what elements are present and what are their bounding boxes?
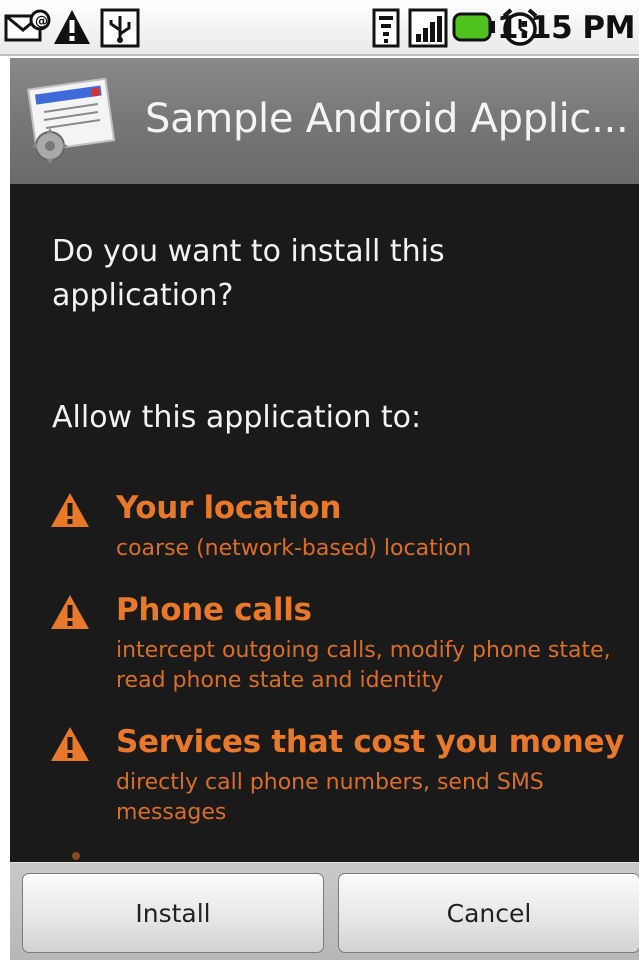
warning-icon [50,594,90,634]
permission-description: directly call phone numbers, send SMS me… [116,770,544,825]
install-dialog[interactable]: Do you want to install this application?… [10,184,639,862]
battery-icon [452,12,496,46]
usb-icon [100,8,140,52]
allow-heading: Allow this application to: [52,400,422,435]
install-question: Do you want to install this application? [52,234,445,313]
svg-text:@: @ [35,14,48,29]
permission-title: Phone calls [116,592,312,628]
signal-icon [408,8,448,52]
warning-icon [52,8,92,50]
app-title: Sample Android Applic... [145,96,629,142]
permission-description: intercept outgoing calls, modify phone s… [116,638,611,693]
permission-title: Services that cost you money [116,724,625,760]
warning-icon [50,492,90,532]
install-button[interactable]: Install [22,873,324,953]
email-icon: @ [4,8,52,50]
app-installer-icon [20,77,128,172]
status-time: 1:15 PM [497,10,635,46]
title-bar: Sample Android Applic... [10,58,639,184]
permission-description: coarse (network-based) location [116,536,472,561]
warning-icon [50,726,90,766]
wifi-icon [372,8,400,52]
status-bar: @ 1:15 PM [0,0,639,56]
cancel-button[interactable]: Cancel [338,873,639,953]
button-bar: Install Cancel [10,862,639,960]
scroll-fade-indicator [72,852,80,860]
permission-title: Your location [116,490,342,526]
